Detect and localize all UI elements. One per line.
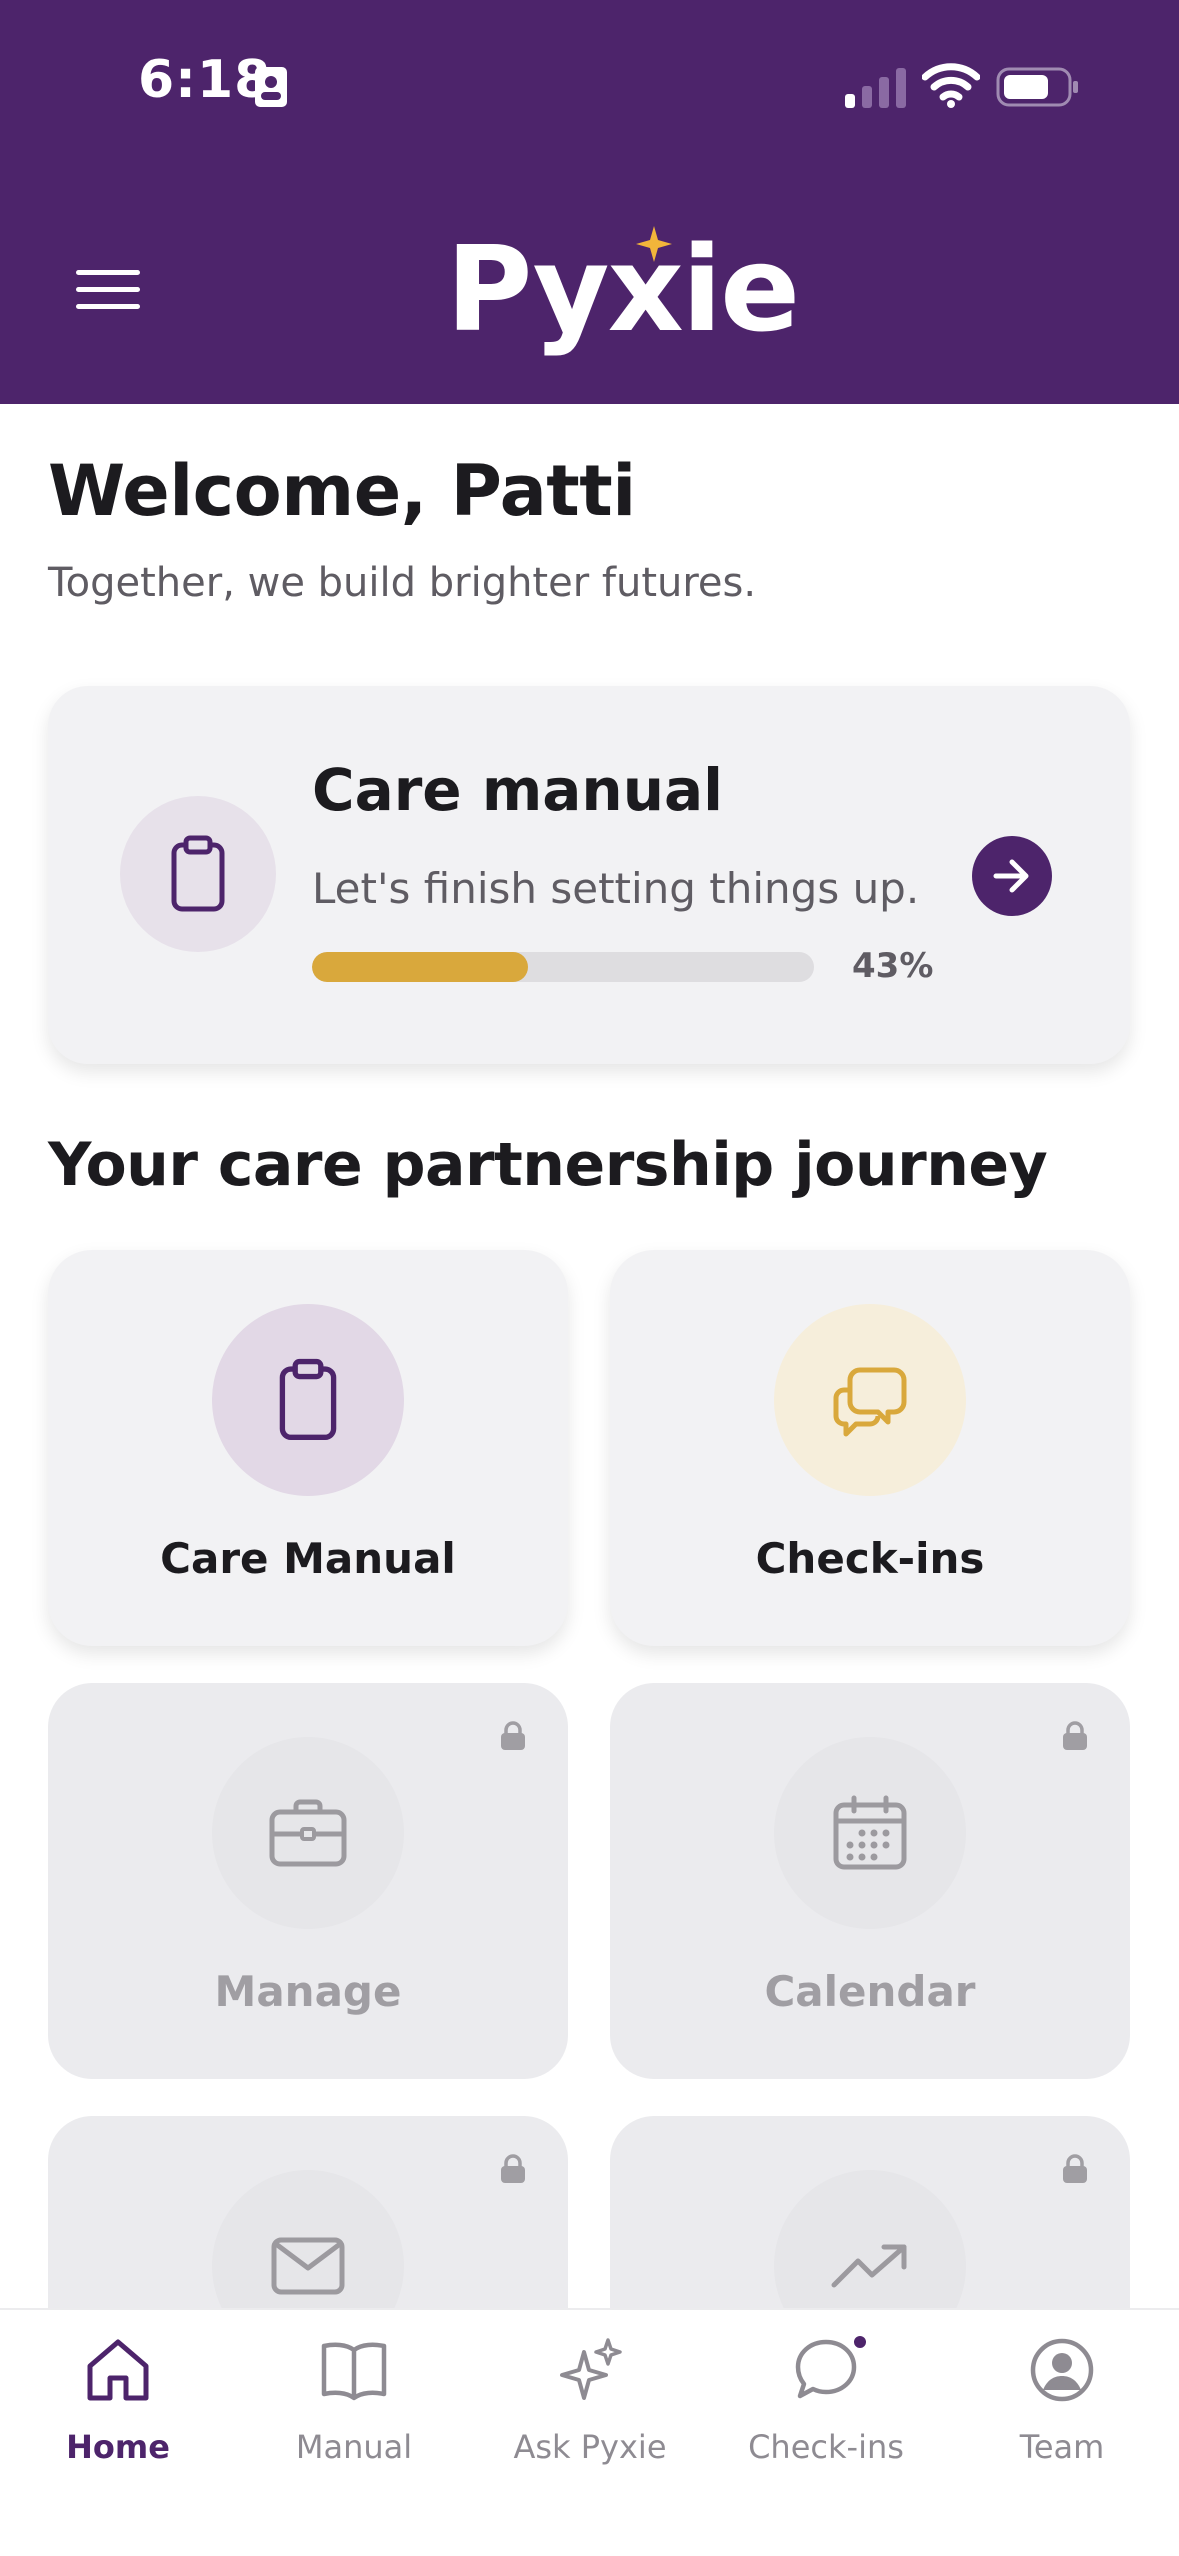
tile-manage[interactable]: Manage	[48, 1683, 568, 2079]
pyxie-logo: Pyxie	[446, 220, 800, 358]
tab-label: Ask Pyxie	[513, 2428, 667, 2466]
envelope-icon	[271, 2237, 345, 2295]
tab-label: Home	[66, 2428, 170, 2466]
check-ins-notification-dot	[852, 2334, 868, 2350]
home-icon	[87, 2339, 149, 2401]
tile-label: Check-ins	[755, 1534, 985, 1583]
tab-label: Manual	[295, 2428, 413, 2466]
tile-icon-badge	[774, 1737, 966, 1929]
cellular-signal-icon	[845, 68, 906, 108]
tab-manual[interactable]: Manual	[236, 2310, 472, 2510]
care-manual-progress-fill	[312, 952, 528, 982]
contact-card-icon	[255, 67, 287, 107]
logo-sparkle-icon	[636, 226, 672, 262]
bottom-tab-bar: Home Manual Ask Pyxie Check-ins Team	[0, 2308, 1179, 2556]
tab-check-ins[interactable]: Check-ins	[708, 2310, 944, 2510]
care-manual-subtitle: Let's finish setting things up.	[312, 864, 920, 913]
tile-label: Manage	[214, 1967, 402, 2016]
status-time: 6:18	[138, 50, 272, 110]
chat-bubbles-icon	[833, 1367, 907, 1437]
tab-team[interactable]: Team	[944, 2310, 1179, 2510]
care-manual-progress-label: 43%	[852, 946, 934, 986]
lock-icon	[1063, 1721, 1087, 1750]
tab-ask-pyxie[interactable]: Ask Pyxie	[472, 2310, 708, 2510]
lock-icon	[501, 2154, 525, 2183]
care-manual-continue-button[interactable]	[972, 836, 1052, 916]
welcome-heading: Welcome, Patti	[48, 450, 636, 532]
tile-icon-badge	[212, 1304, 404, 1496]
tile-care-manual[interactable]: Care Manual	[48, 1250, 568, 1646]
tab-home[interactable]: Home	[0, 2310, 236, 2510]
tile-label: Calendar	[764, 1967, 976, 2016]
calendar-icon	[833, 1795, 907, 1870]
briefcase-icon	[269, 1799, 347, 1867]
tab-label: Team	[1019, 2428, 1105, 2466]
app-header: 6:18 Pyxie	[0, 0, 1179, 404]
tile-icon-badge	[774, 1304, 966, 1496]
arrow-right-icon	[993, 859, 1029, 893]
trending-up-icon	[831, 2244, 907, 2288]
tab-label: Check-ins	[748, 2428, 904, 2466]
tile-icon-badge	[212, 1737, 404, 1929]
book-icon	[321, 2342, 387, 2401]
care-manual-icon-badge	[120, 796, 276, 952]
hamburger-menu-icon[interactable]	[74, 268, 142, 312]
care-manual-card[interactable]: Care manual Let's finish setting things …	[48, 686, 1130, 1064]
welcome-tagline: Together, we build brighter futures.	[48, 560, 757, 606]
clipboard-icon	[279, 1358, 337, 1440]
journey-heading: Your care partnership journey	[48, 1130, 1048, 1200]
clipboard-icon	[171, 835, 225, 912]
care-manual-title: Care manual	[312, 756, 724, 824]
wifi-icon	[922, 63, 980, 108]
battery-icon	[996, 67, 1078, 107]
lock-icon	[1063, 2154, 1087, 2183]
tile-calendar[interactable]: Calendar	[610, 1683, 1130, 2079]
tile-label: Care Manual	[160, 1534, 456, 1583]
status-bar: 6:18	[0, 0, 1179, 175]
chat-bubble-icon	[795, 2339, 857, 2399]
lock-icon	[501, 1721, 525, 1750]
person-circle-icon	[1030, 2338, 1094, 2402]
sparkles-icon	[560, 2338, 622, 2400]
care-manual-progress-bar	[312, 952, 814, 982]
tile-check-ins[interactable]: Check-ins	[610, 1250, 1130, 1646]
